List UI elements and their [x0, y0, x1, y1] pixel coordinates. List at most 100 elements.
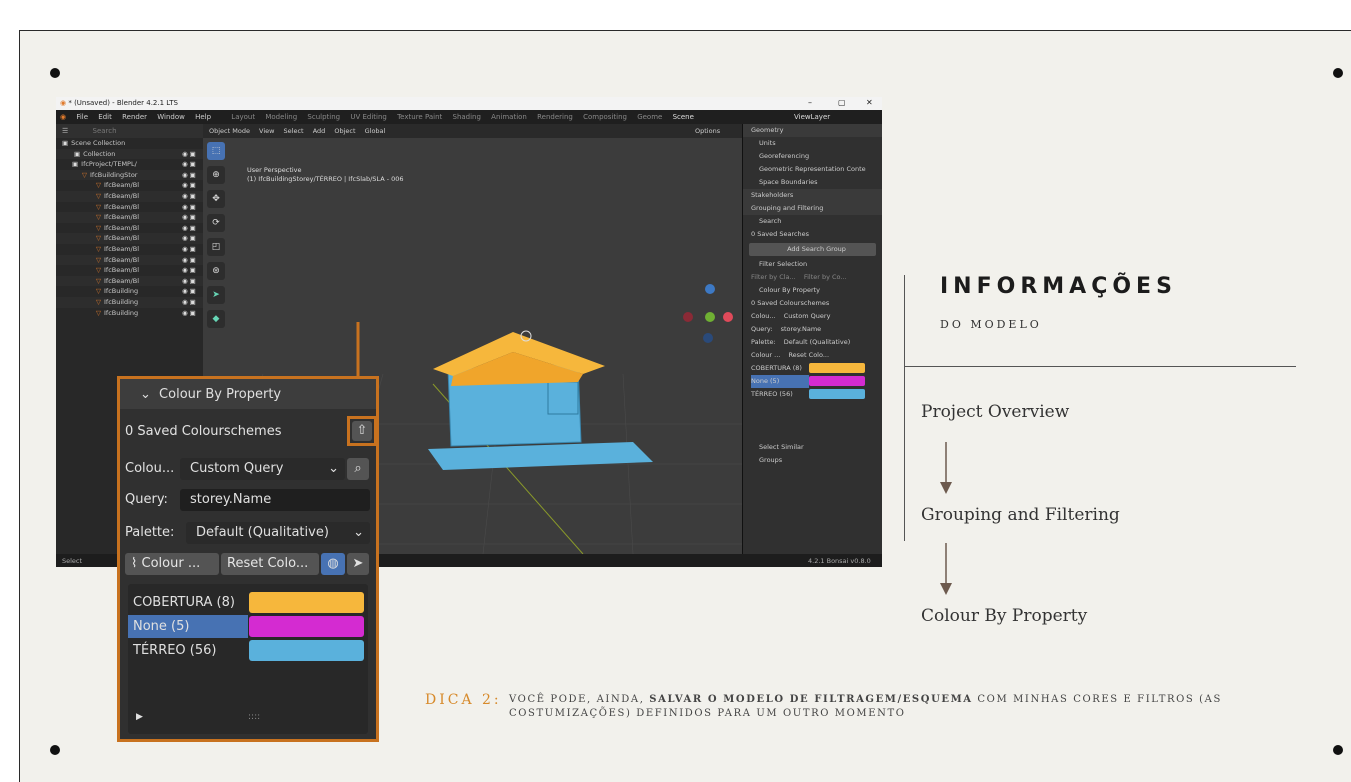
tab-compositing[interactable]: Compositing	[583, 113, 627, 121]
menu-help[interactable]: Help	[195, 113, 211, 121]
mesh-icon: ▽	[96, 213, 101, 222]
page-title: INFORMAÇÕES	[940, 274, 1177, 299]
list-item-none[interactable]: None (5)	[128, 615, 248, 638]
list-resize-grip[interactable]: ::::	[248, 712, 260, 722]
prop-legend-swatch	[809, 363, 865, 373]
tab-geometry[interactable]: Geome	[637, 113, 662, 121]
visibility-icon[interactable]: ◉▣	[182, 265, 198, 276]
prop-saved-searches: 0 Saved Searches	[751, 230, 810, 238]
gizmo-neg-x-icon[interactable]	[683, 312, 693, 322]
search-icon[interactable]: ⌕	[347, 458, 369, 480]
colour-by-property-header[interactable]: ⌄ Colour By Property	[120, 379, 376, 409]
prop-space-boundaries[interactable]: Space Boundaries	[743, 176, 882, 189]
prop-reset-button[interactable]: Reset Colo...	[788, 351, 829, 359]
visibility-icon[interactable]: ◉▣	[182, 202, 198, 213]
outliner-search[interactable]: Search	[93, 127, 117, 135]
visibility-icon[interactable]: ◉▣	[182, 170, 198, 181]
visibility-icon[interactable]: ◉▣	[182, 159, 198, 170]
visibility-icon[interactable]: ◉▣	[182, 255, 198, 266]
list-item-terreo[interactable]: TÉRREO (56)	[128, 639, 248, 662]
menu-render[interactable]: Render	[122, 113, 147, 121]
outliner-row-label: IfcBeam/Bl	[104, 244, 140, 253]
visibility-icon[interactable]: ◉▣	[182, 233, 198, 244]
tab-modeling[interactable]: Modeling	[265, 113, 297, 121]
prop-units[interactable]: Units	[743, 137, 882, 150]
prop-groups[interactable]: Groups	[743, 454, 882, 467]
tab-shading[interactable]: Shading	[453, 113, 481, 121]
list-item-cobertura[interactable]: COBERTURA (8)	[128, 591, 248, 614]
prop-colour-button[interactable]: Colour ...	[751, 351, 780, 359]
swatch-terreo[interactable]	[249, 640, 364, 661]
gizmo-neg-z-icon[interactable]	[703, 333, 713, 343]
maximize-icon[interactable]: ▢	[838, 98, 846, 107]
colour-button[interactable]: ⌇ Colour ...	[125, 553, 219, 575]
prop-select-similar[interactable]: Select Similar	[743, 441, 882, 454]
prop-filter-selection[interactable]: Filter Selection	[743, 258, 882, 271]
swatch-cobertura[interactable]	[249, 592, 364, 613]
play-icon[interactable]: ▶	[136, 712, 143, 722]
prop-colour-by-property[interactable]: Colour By Property	[743, 284, 882, 297]
tab-texture-paint[interactable]: Texture Paint	[397, 113, 442, 121]
prop-colour-dropdown[interactable]: Custom Query	[784, 312, 831, 320]
prop-legend-label[interactable]: TÉRREO (56)	[751, 388, 809, 401]
prop-legend-label[interactable]: None (5)	[751, 375, 809, 388]
colour-query-dropdown[interactable]: Custom Query ⌄	[180, 458, 345, 480]
prop-search[interactable]: Search	[743, 215, 882, 228]
tab-layout[interactable]: Layout	[231, 113, 255, 121]
view-layer-selector[interactable]: ViewLayer	[794, 113, 830, 121]
upload-icon[interactable]: ⇧	[352, 421, 372, 441]
outliner-row-label: IfcBeam/Bl	[104, 266, 140, 275]
tab-animation[interactable]: Animation	[491, 113, 527, 121]
filter-icon[interactable]: ☰	[62, 127, 68, 135]
gizmo-x-icon[interactable]	[723, 312, 733, 322]
prop-geometric-representation[interactable]: Geometric Representation Conte	[743, 163, 882, 176]
visibility-icon[interactable]: ◉▣	[182, 286, 198, 297]
colour-wheel-icon[interactable]: ◍	[321, 553, 345, 575]
filter-by-class-button[interactable]: Filter by Cla...	[751, 273, 796, 281]
tab-rendering[interactable]: Rendering	[537, 113, 573, 121]
visibility-icon[interactable]: ◉▣	[182, 276, 198, 287]
tab-uv-editing[interactable]: UV Editing	[350, 113, 387, 121]
scene-selector[interactable]: Scene	[673, 113, 694, 121]
query-input[interactable]: storey.Name	[180, 489, 370, 511]
collection-icon: ▣	[72, 160, 79, 169]
prop-query-field[interactable]: storey.Name	[781, 325, 822, 333]
visibility-icon[interactable]: ◉▣	[182, 244, 198, 255]
palette-dropdown[interactable]: Default (Qualitative) ⌄	[186, 522, 370, 544]
visibility-icon[interactable]: ◉▣	[182, 180, 198, 191]
prop-colour-row: Colou... Custom Query	[743, 310, 882, 323]
prop-georeferencing[interactable]: Georeferencing	[743, 150, 882, 163]
outliner-row-label: IfcBeam/Bl	[104, 191, 140, 200]
visibility-icon[interactable]: ◉▣	[182, 308, 198, 319]
filter-by-co-button[interactable]: Filter by Co...	[804, 273, 847, 281]
visibility-icon[interactable]: ◉▣	[182, 212, 198, 223]
status-version: 4.2.1 Bonsai v0.8.0	[808, 557, 871, 565]
down-arrow-icon	[940, 543, 952, 595]
swatch-none[interactable]	[249, 616, 364, 637]
visibility-icon[interactable]: ◉▣	[182, 223, 198, 234]
gizmo-z-icon[interactable]	[705, 284, 715, 294]
add-search-group-button[interactable]: Add Search Group	[749, 243, 876, 256]
prop-grouping-filtering[interactable]: Grouping and Filtering	[743, 202, 882, 215]
reset-colour-button[interactable]: Reset Colo...	[221, 553, 319, 575]
visibility-icon[interactable]: ◉▣	[182, 191, 198, 202]
tab-sculpting[interactable]: Sculpting	[307, 113, 340, 121]
close-icon[interactable]: ✕	[866, 98, 873, 107]
select-cursor-icon[interactable]: ➤	[347, 553, 369, 575]
prop-legend-label[interactable]: COBERTURA (8)	[751, 362, 809, 375]
brush-icon: ⌇	[131, 556, 138, 571]
outliner-row-label: IfcBeam/Bl	[104, 255, 140, 264]
menu-file[interactable]: File	[76, 113, 88, 121]
prop-legend-spacer	[743, 401, 882, 441]
colour-query-value: Custom Query	[190, 461, 284, 476]
visibility-icon[interactable]: ◉▣	[182, 297, 198, 308]
menu-edit[interactable]: Edit	[98, 113, 112, 121]
visibility-icon[interactable]: ◉▣	[182, 149, 198, 160]
minimize-icon[interactable]: –	[808, 98, 812, 107]
blender-menu-icon[interactable]: ◉	[60, 113, 66, 121]
menu-window[interactable]: Window	[157, 113, 185, 121]
prop-geometry[interactable]: Geometry	[743, 124, 882, 137]
prop-stakeholders[interactable]: Stakeholders	[743, 189, 882, 202]
gizmo-y-icon[interactable]	[705, 312, 715, 322]
prop-palette-dropdown[interactable]: Default (Qualitative)	[784, 338, 850, 346]
